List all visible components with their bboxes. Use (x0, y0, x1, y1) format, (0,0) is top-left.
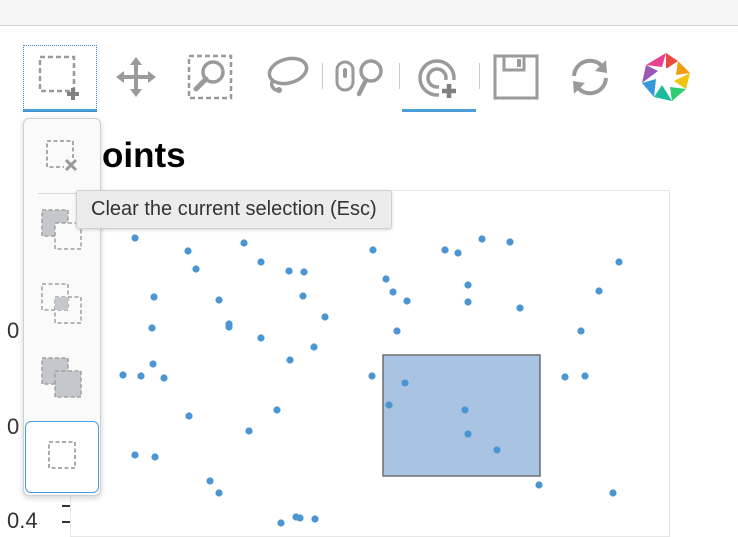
lasso-tool-button[interactable] (256, 45, 316, 109)
pan-tool-button[interactable] (106, 45, 166, 109)
scatter-point[interactable] (286, 356, 294, 364)
selection-box[interactable] (382, 354, 541, 477)
scatter-point[interactable] (454, 249, 462, 257)
append-selection-menu-item[interactable] (25, 347, 99, 413)
y-axis-tick-label: 0 (7, 414, 20, 439)
scatter-point[interactable] (215, 296, 223, 304)
scatter-point[interactable] (257, 258, 265, 266)
scatter-points (119, 234, 623, 527)
reset-tool-button[interactable] (560, 45, 620, 109)
scatter-point[interactable] (151, 453, 159, 461)
scatter-point[interactable] (160, 374, 168, 382)
intersect-selection-icon (40, 282, 84, 331)
scatter-point[interactable] (478, 235, 486, 243)
scatter-point[interactable] (150, 293, 158, 301)
scatter-point[interactable] (516, 304, 524, 312)
scatter-point[interactable] (368, 372, 376, 380)
scatter-plot (119, 234, 623, 527)
scatter-point[interactable] (310, 343, 318, 351)
scatter-point[interactable] (464, 298, 472, 306)
tap-tool-button[interactable] (402, 45, 476, 112)
scatter-point[interactable] (577, 327, 585, 335)
scatter-point[interactable] (464, 430, 472, 438)
scatter-point[interactable] (185, 412, 193, 420)
scatter-point[interactable] (257, 334, 265, 342)
plot-canvas[interactable] (70, 190, 670, 537)
scatter-point[interactable] (206, 477, 214, 485)
y-axis-tick-label: 0 (7, 318, 20, 343)
scatter-point[interactable] (240, 239, 248, 247)
scatter-point[interactable] (149, 360, 157, 368)
scatter-point[interactable] (382, 275, 390, 283)
reset-icon (567, 54, 613, 100)
scatter-point[interactable] (493, 446, 501, 454)
intersect-selection-menu-item[interactable] (25, 273, 99, 339)
scatter-point[interactable] (615, 258, 623, 266)
empty-selection-icon (45, 438, 79, 477)
scatter-point[interactable] (215, 489, 223, 497)
scatter-point[interactable] (300, 268, 308, 276)
pan-icon (113, 54, 159, 100)
scatter-point[interactable] (296, 514, 304, 522)
scatter-point[interactable] (131, 234, 139, 242)
y-axis-tick-label: 0.4 (7, 508, 38, 533)
scatter-point[interactable] (385, 401, 393, 409)
box-zoom-icon (186, 53, 234, 101)
bokeh-logo-icon (640, 51, 692, 103)
scatter-point[interactable] (192, 265, 200, 273)
scatter-point[interactable] (441, 246, 449, 254)
scatter-point[interactable] (148, 324, 156, 332)
box-zoom-tool-button[interactable] (180, 45, 240, 109)
scatter-point[interactable] (131, 451, 139, 459)
save-tool-button[interactable] (486, 45, 546, 109)
scatter-point[interactable] (401, 379, 409, 387)
box-select-tool-button[interactable] (23, 45, 97, 112)
scatter-point[interactable] (581, 372, 589, 380)
scatter-point[interactable] (461, 406, 469, 414)
scatter-point[interactable] (245, 427, 253, 435)
scatter-point[interactable] (285, 267, 293, 275)
scatter-point[interactable] (506, 238, 514, 246)
scatter-point[interactable] (299, 292, 307, 300)
selection-mode-menu (23, 118, 101, 496)
tap-select-icon (415, 54, 463, 100)
toolbar-divider (399, 63, 400, 89)
selection-mode-menu-item-active[interactable] (25, 421, 99, 493)
toolbar-divider (479, 63, 480, 89)
bokeh-logo-link[interactable] (636, 45, 696, 109)
wheel-zoom-icon (333, 54, 387, 100)
scatter-point[interactable] (393, 327, 401, 335)
wheel-zoom-tool-button[interactable] (330, 45, 390, 109)
clear-selection-menu-item[interactable] (25, 125, 99, 191)
scatter-point[interactable] (389, 288, 397, 296)
save-icon (493, 54, 539, 100)
scatter-point[interactable] (225, 323, 233, 331)
scatter-point[interactable] (609, 489, 617, 497)
scatter-point[interactable] (321, 313, 329, 321)
plot-title: oints (102, 136, 186, 175)
clear-selection-icon (44, 138, 80, 179)
scatter-point[interactable] (137, 372, 145, 380)
toolbar-divider (322, 63, 323, 89)
scatter-point[interactable] (277, 519, 285, 527)
scatter-point[interactable] (595, 287, 603, 295)
scatter-point[interactable] (561, 373, 569, 381)
scatter-point[interactable] (464, 281, 472, 289)
append-selection-icon (40, 356, 84, 405)
scatter-point[interactable] (311, 515, 319, 523)
lasso-select-icon (261, 54, 311, 100)
scatter-point[interactable] (119, 371, 127, 379)
scatter-point[interactable] (184, 247, 192, 255)
scatter-point[interactable] (273, 406, 281, 414)
clear-selection-tooltip: Clear the current selection (Esc) (76, 190, 392, 229)
scatter-point[interactable] (403, 297, 411, 305)
scatter-point[interactable] (369, 246, 377, 254)
add-box-select-icon (37, 54, 83, 100)
plot-toolbar (0, 0, 738, 120)
scatter-point[interactable] (535, 481, 543, 489)
